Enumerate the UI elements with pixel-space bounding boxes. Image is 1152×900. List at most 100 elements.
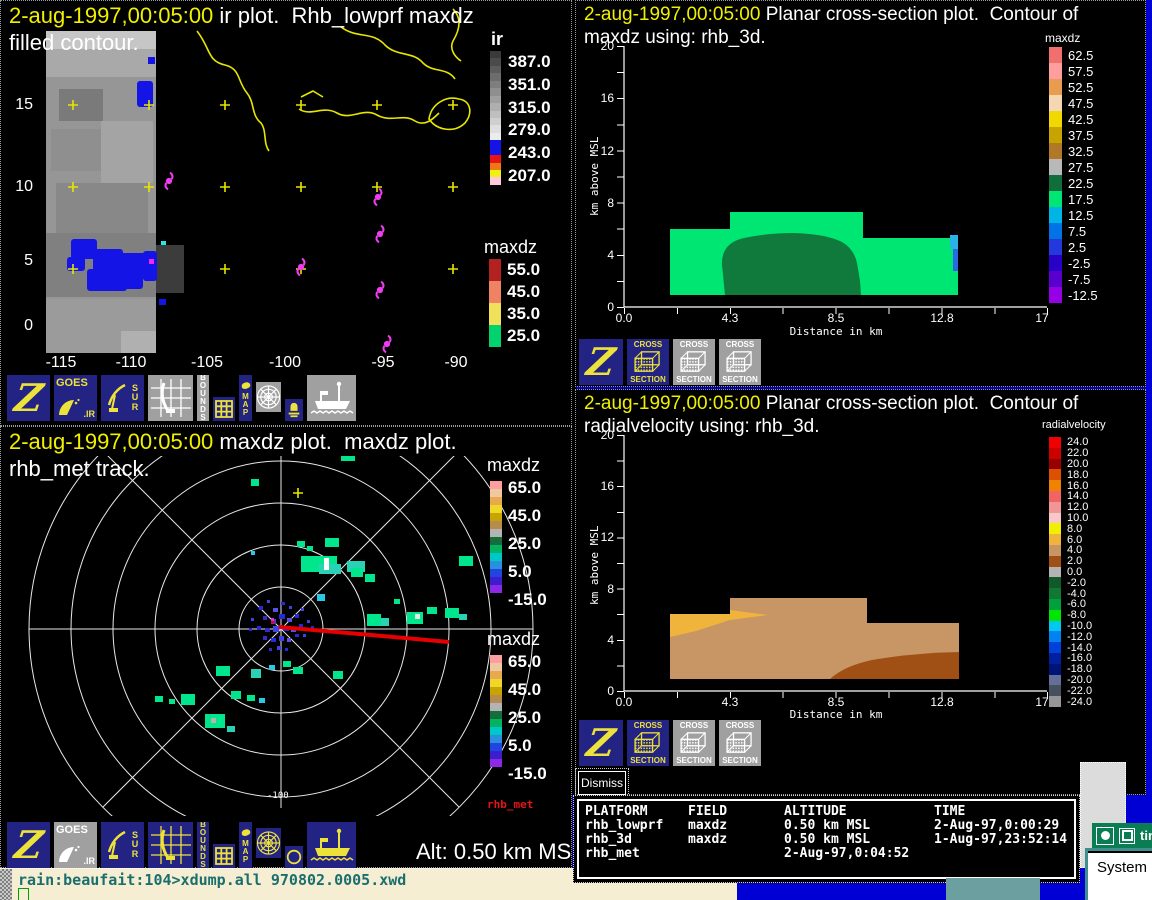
panel-title-xs-maxdz: 2-aug-1997,00:05:00 Planar cross-section… (584, 3, 1078, 49)
colorbar-label-xs-radial: radialvelocity (1042, 419, 1106, 431)
ship-button[interactable] (306, 821, 357, 869)
cross-section-button-2[interactable]: CROSSSECTION (672, 338, 716, 386)
grid-icon (215, 847, 233, 865)
bounds-button[interactable]: BOUNDS (196, 374, 210, 422)
buoy-bell-icon (286, 401, 302, 419)
surveillance-radar-button[interactable]: SUR (100, 374, 145, 422)
ship-icon (309, 379, 355, 417)
radar-grid-icon (151, 379, 191, 417)
circle-icon (1101, 831, 1110, 840)
satellite-dish-icon (57, 397, 81, 417)
terminal-scrollbar[interactable] (0, 869, 12, 900)
cube-icon (678, 731, 710, 755)
polar-web-button[interactable] (255, 381, 282, 413)
polar-web-button[interactable] (255, 827, 282, 859)
system-window[interactable]: System (1085, 848, 1152, 900)
colorbar-label-maxdz-1: maxdz (487, 455, 540, 476)
map-button[interactable]: MAP (238, 374, 253, 422)
square-icon (1122, 830, 1133, 841)
desktop: 2-aug-1997,00:05:00 ir plot. Rhb_lowprf … (0, 0, 1152, 900)
polar-web-icon (256, 384, 281, 410)
cross-section-button-2[interactable]: CROSSSECTION (672, 719, 716, 767)
radar-antenna-icon (105, 829, 127, 861)
colorbar-maxdz-radar-2: 65.045.025.05.0-15.0 (490, 655, 502, 767)
colorbar-xs-radial: 24.022.020.018.016.014.012.010.08.06.04.… (1049, 437, 1092, 707)
zeb-logo-button[interactable]: Z (6, 821, 51, 869)
cube-icon (724, 350, 756, 374)
system-window-label: System (1088, 853, 1152, 876)
map-button[interactable]: MAP (238, 821, 253, 869)
circle-icon (285, 847, 303, 867)
mini-window-title: tin (1140, 828, 1152, 843)
ship-button[interactable] (306, 374, 357, 422)
colorbar-label-xs-maxdz: maxdz (1045, 31, 1080, 45)
terminal-cursor (18, 888, 29, 900)
xs-maxdz-x-axis-title: Distance in km (756, 325, 916, 338)
platform-status-window: PLATFORMFIELDALTITUDETIMErhb_lowprfmaxdz… (573, 795, 1080, 883)
grid-icon (215, 400, 233, 418)
panel-title-ir: 2-aug-1997,00:05:00 ir plot. Rhb_lowprf … (9, 3, 474, 57)
cross-section-button-active[interactable]: CROSSSECTION (626, 719, 670, 767)
window-restore-button[interactable] (1119, 828, 1135, 844)
cross-section-button-3[interactable]: CROSSSECTION (718, 719, 762, 767)
xs-radial-y-axis-title: km above MSL (588, 475, 601, 655)
xs-maxdz-y-axis-title: km above MSL (588, 86, 601, 266)
xs-radial-x-axis-title: Distance in km (756, 708, 916, 721)
grid-button[interactable] (212, 396, 236, 422)
ship-icon (309, 826, 355, 864)
panel-title-radar: 2-aug-1997,00:05:00 maxdz plot. maxdz pl… (9, 429, 457, 483)
zeb-z-icon: Z (12, 826, 45, 864)
surveillance-radar-button[interactable]: SUR (100, 821, 145, 869)
colorbar-xs-maxdz: 62.557.552.547.542.537.532.527.522.517.5… (1049, 47, 1098, 303)
cross-section-button-3[interactable]: CROSSSECTION (718, 338, 762, 386)
map-blob-icon (240, 827, 252, 838)
colorbar-ir: 387.0351.0315.0279.0243.0207.0 (490, 51, 501, 185)
map-blob-icon (240, 380, 252, 391)
taskbar-fragment (946, 878, 1040, 900)
cross-section-button-active[interactable]: CROSSSECTION (626, 338, 670, 386)
colorbar-label-maxdz-2: maxdz (487, 629, 540, 650)
radar-grid-button[interactable] (147, 821, 194, 869)
title-timestamp: 2-aug-1997,00:05:00 (9, 3, 213, 28)
dismiss-button[interactable]: Dismiss (578, 771, 626, 795)
mini-titlebar-window[interactable]: tin (1092, 823, 1152, 848)
colorbar-label-ir: ir (491, 29, 503, 50)
zeb-logo-button[interactable]: Z (6, 374, 51, 422)
colorbar-maxdz-radar-1: 65.045.025.05.0-15.0 (490, 481, 502, 593)
zeb-z-icon: Z (12, 379, 45, 417)
circle-button[interactable] (284, 845, 304, 869)
terminal-command-line: rain:beaufait:104>xdump.all 970802.0005.… (18, 871, 406, 889)
colorbar-maxdz-ir-panel: 55.045.035.025.0 (489, 259, 540, 347)
altitude-readout: Alt: 0.50 km MSL (416, 839, 584, 865)
range-ring-label: -100 (267, 791, 289, 801)
grid-button[interactable] (212, 843, 236, 869)
colorbar-label-maxdz: maxdz (484, 237, 537, 258)
cube-icon (678, 350, 710, 374)
zeb-z-icon: Z (584, 724, 617, 762)
buoy-button[interactable] (284, 398, 304, 422)
platform-status-table: PLATFORMFIELDALTITUDETIMErhb_lowprfmaxdz… (579, 801, 1074, 861)
panel-radar-plot: 2-aug-1997,00:05:00 maxdz plot. maxdz pl… (0, 426, 572, 868)
zeb-logo-button[interactable]: Z (578, 719, 624, 767)
radar-grid-icon (151, 826, 191, 864)
cube-icon (632, 731, 664, 755)
radar-echo-cells (155, 456, 473, 732)
polar-web-icon (256, 830, 281, 856)
contour-inner (722, 233, 861, 295)
goes-ir-button[interactable]: GOES.IR (53, 821, 98, 869)
bounds-button[interactable]: BOUNDS (196, 821, 210, 869)
track-legend-label: rhb_met (487, 798, 533, 811)
panel-ir-plot: 2-aug-1997,00:05:00 ir plot. Rhb_lowprf … (0, 0, 572, 426)
panel-title-xs-radial: 2-aug-1997,00:05:00 Planar cross-section… (584, 392, 1078, 438)
radar-antenna-icon (105, 382, 127, 414)
zeb-logo-button[interactable]: Z (578, 338, 624, 386)
ir-x-axis-labels: -115-110-105-100-95-90 (1, 354, 573, 374)
tropical-storm-icons (166, 173, 391, 353)
satellite-dish-icon (57, 844, 81, 864)
window-menu-button[interactable] (1096, 827, 1114, 845)
panel-xsection-radialvelocity: 2-aug-1997,00:05:00 Planar cross-section… (575, 389, 1146, 795)
goes-ir-button[interactable]: GOES.IR (53, 374, 98, 422)
radar-grid-button[interactable] (147, 374, 194, 422)
cube-icon (632, 350, 664, 374)
zeb-z-icon: Z (584, 343, 617, 381)
